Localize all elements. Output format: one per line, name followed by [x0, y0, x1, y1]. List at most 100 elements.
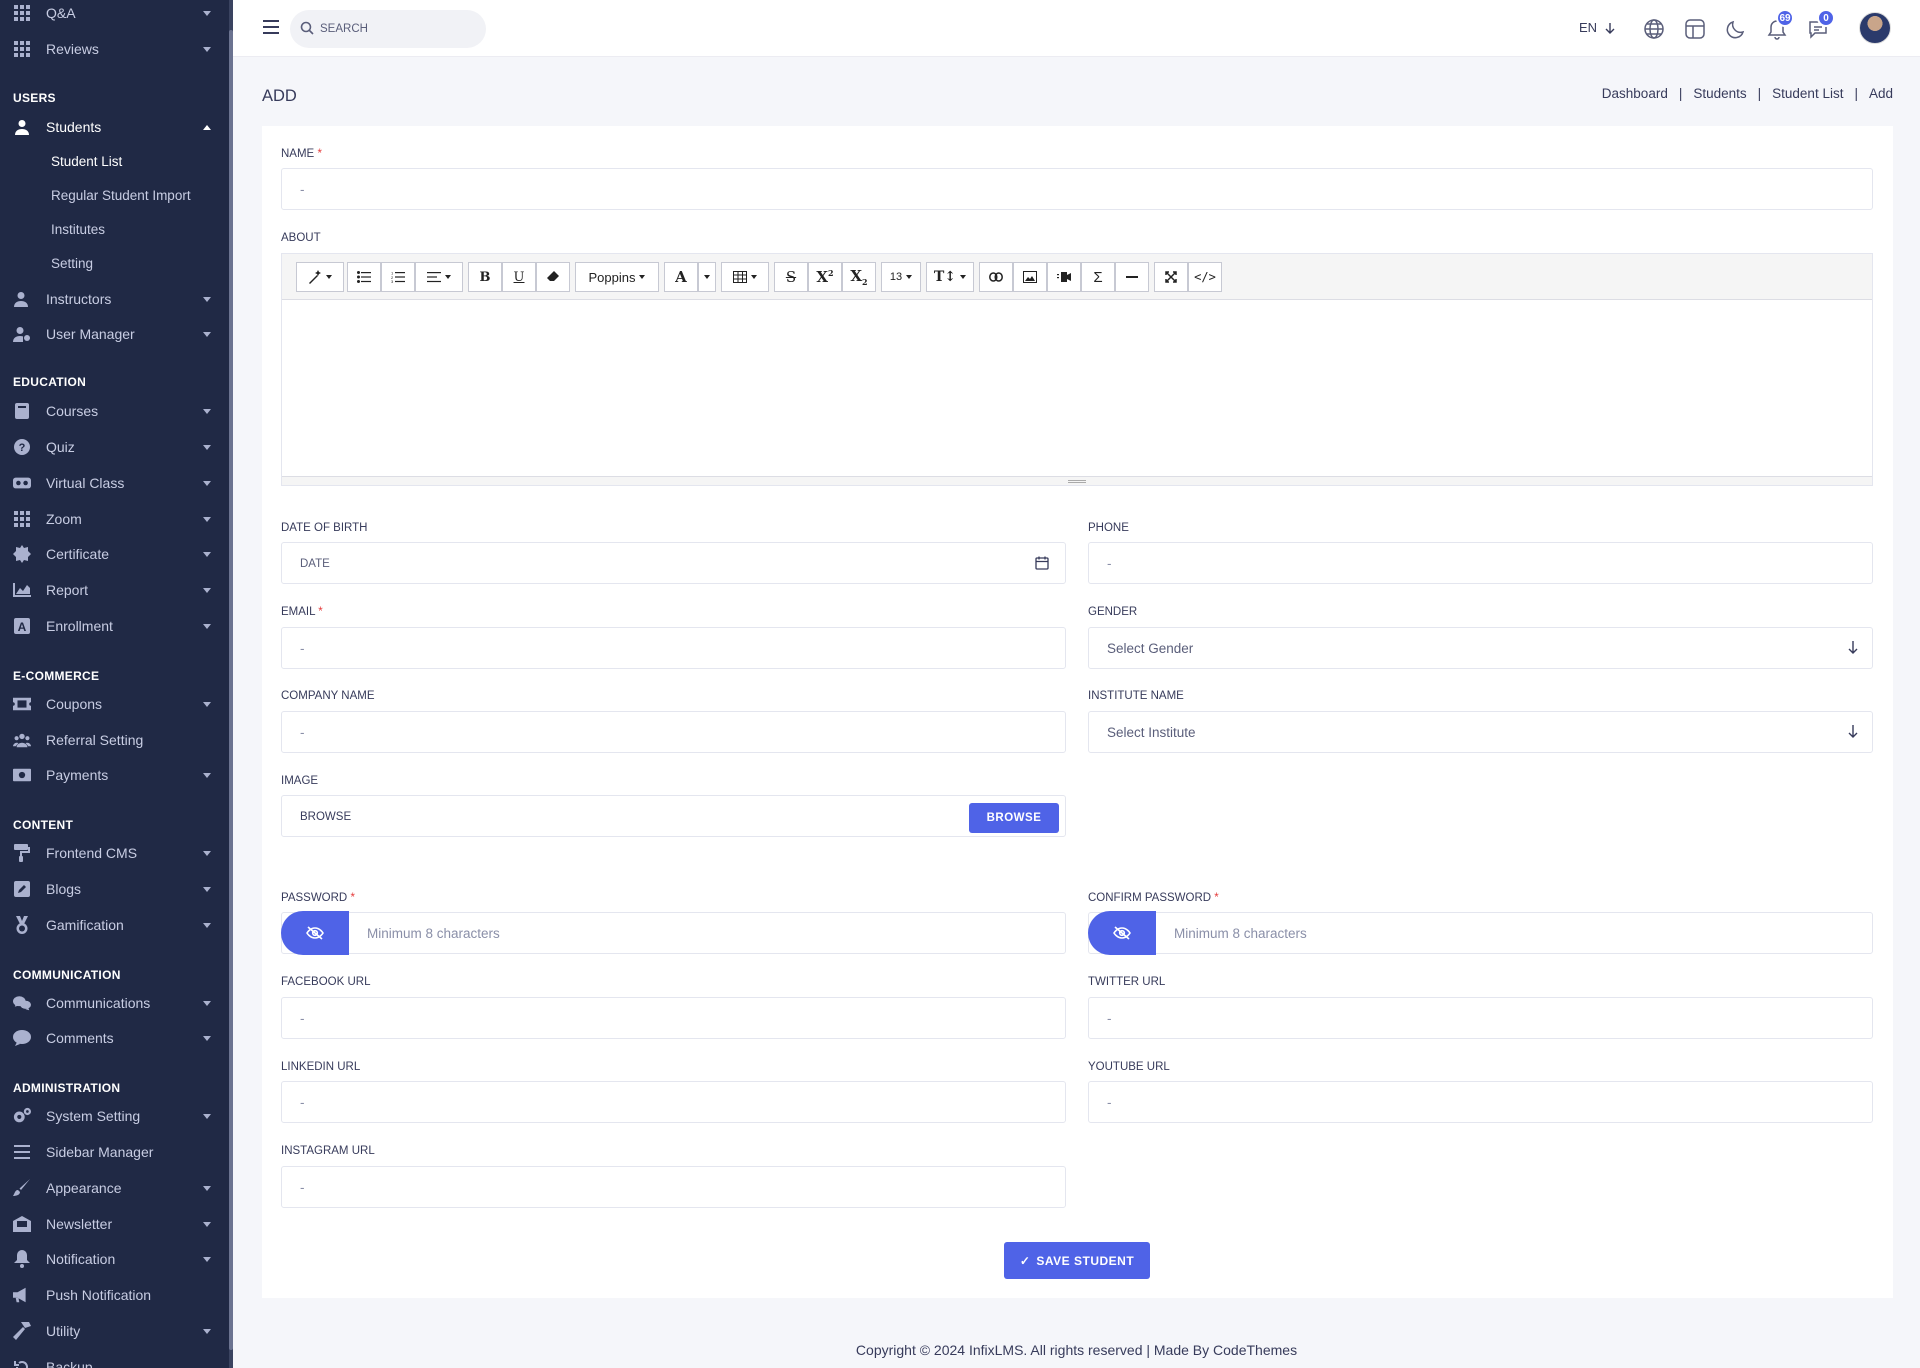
comments-icon	[13, 994, 31, 1012]
sidebar-item-label: Report	[46, 582, 89, 598]
line-height-button[interactable]: T↕	[926, 262, 974, 292]
sidebar-item-appearance[interactable]: Appearance	[0, 1173, 229, 1203]
institute-select[interactable]: Select Institute	[1088, 711, 1873, 753]
font-family-select[interactable]: Poppins	[575, 262, 659, 292]
users-icon	[13, 731, 31, 749]
sidebar-sub-institutes[interactable]: Institutes	[51, 222, 105, 237]
sidebar-item-reviews[interactable]: Reviews	[0, 34, 229, 64]
sidebar-item-students[interactable]: Students	[0, 112, 229, 142]
subscript-button[interactable]: X2	[842, 262, 876, 292]
facebook-url-field[interactable]: -	[281, 997, 1066, 1039]
youtube-url-field[interactable]: -	[1088, 1081, 1873, 1123]
image-file-field[interactable]: BROWSE	[281, 795, 1066, 837]
browse-button[interactable]: BROWSE	[969, 803, 1059, 833]
toggle-password-visibility-button[interactable]	[281, 911, 349, 955]
sidebar-item-virtual-class[interactable]: Virtual Class	[0, 468, 229, 498]
paragraph-align-button[interactable]	[415, 262, 463, 292]
name-field[interactable]: -	[281, 168, 1873, 210]
email-field[interactable]: -	[281, 627, 1066, 669]
sidebar-item-label: Q&A	[46, 5, 76, 21]
superscript-button[interactable]: X2	[808, 262, 842, 292]
sidebar-item-push-notification[interactable]: Push Notification	[0, 1280, 229, 1310]
magic-style-button[interactable]	[296, 262, 344, 292]
font-color-dropdown[interactable]	[698, 262, 716, 292]
dark-mode-icon[interactable]	[1725, 18, 1747, 40]
math-button[interactable]: Σ	[1081, 262, 1115, 292]
video-button[interactable]	[1047, 262, 1081, 292]
sidebar-item-communications[interactable]: Communications	[0, 988, 229, 1018]
sidebar-item-gamification[interactable]: Gamification	[0, 910, 229, 940]
sidebar-item-referral-setting[interactable]: Referral Setting	[0, 725, 229, 755]
company-name-field[interactable]: -	[281, 711, 1066, 753]
sidebar-item-notification[interactable]: Notification	[0, 1244, 229, 1274]
twitter-url-field[interactable]: -	[1088, 997, 1873, 1039]
sidebar-item-backup[interactable]: Backup	[0, 1352, 229, 1368]
sidebar-item-label: Payments	[46, 767, 109, 783]
save-student-button[interactable]: ✓ SAVE STUDENT	[1004, 1242, 1150, 1279]
menu-toggle-icon[interactable]	[263, 20, 279, 34]
clear-format-button[interactable]	[536, 262, 570, 292]
breadcrumb-student-list[interactable]: Student List	[1772, 86, 1843, 101]
sidebar-item-blogs[interactable]: Blogs	[0, 874, 229, 904]
breadcrumb-students[interactable]: Students	[1693, 86, 1746, 101]
image-button[interactable]	[1013, 262, 1047, 292]
breadcrumb-add: Add	[1868, 86, 1893, 101]
horizontal-rule-button[interactable]	[1115, 262, 1149, 292]
editor-resize-handle[interactable]	[282, 476, 1872, 485]
sidebar-item-qa[interactable]: Q&A	[0, 0, 229, 28]
sidebar-item-quiz[interactable]: ? Quiz	[0, 432, 229, 462]
instagram-url-field[interactable]: -	[281, 1166, 1066, 1208]
sidebar-item-certificate[interactable]: Certificate	[0, 539, 229, 569]
font-size-select[interactable]: 13	[881, 262, 921, 292]
sidebar-item-courses[interactable]: Courses	[0, 396, 229, 426]
bold-button[interactable]: B	[468, 262, 502, 292]
breadcrumb-dashboard[interactable]: Dashboard	[1602, 86, 1668, 101]
date-of-birth-field[interactable]: DATE	[281, 542, 1066, 584]
sidebar-sub-regular-student-import[interactable]: Regular Student Import	[51, 188, 191, 203]
about-editor-area[interactable]	[282, 300, 1872, 476]
code-view-button[interactable]: </>	[1188, 262, 1222, 292]
search-input[interactable]: SEARCH	[290, 10, 486, 48]
sidebar-item-utility[interactable]: Utility	[0, 1316, 229, 1346]
avatar[interactable]	[1859, 12, 1891, 44]
chevron-up-icon	[203, 124, 211, 130]
section-heading-education: EDUCATION	[13, 375, 87, 389]
link-button[interactable]	[979, 262, 1013, 292]
confirm-password-field[interactable]: Minimum 8 characters	[1088, 912, 1873, 954]
sidebar-item-label: Utility	[46, 1323, 81, 1339]
sidebar-item-newsletter[interactable]: Newsletter	[0, 1209, 229, 1239]
strikethrough-button[interactable]: S	[774, 262, 808, 292]
unordered-list-button[interactable]	[347, 262, 381, 292]
fullscreen-button[interactable]	[1154, 262, 1188, 292]
language-selector[interactable]: EN	[1579, 20, 1615, 35]
sidebar-item-frontend-cms[interactable]: Frontend CMS	[0, 838, 229, 868]
calendar-icon[interactable]	[1035, 556, 1049, 570]
toggle-confirm-password-visibility-button[interactable]	[1088, 911, 1156, 955]
sidebar-item-enrollment[interactable]: A Enrollment	[0, 611, 229, 641]
globe-icon[interactable]	[1643, 18, 1665, 40]
user-icon	[13, 118, 31, 136]
table-button[interactable]	[721, 262, 769, 292]
sidebar-sub-setting[interactable]: Setting	[51, 256, 93, 271]
password-field[interactable]: Minimum 8 characters	[281, 912, 1066, 954]
font-color-button[interactable]: A	[664, 262, 698, 292]
sidebar-item-sidebar-manager[interactable]: Sidebar Manager	[0, 1137, 229, 1167]
sidebar-scrollbar-thumb[interactable]	[229, 30, 233, 1350]
sidebar-item-report[interactable]: Report	[0, 575, 229, 605]
gender-select[interactable]: Select Gender	[1088, 627, 1873, 669]
sidebar-item-user-manager[interactable]: User Manager	[0, 319, 229, 349]
sidebar-sub-student-list[interactable]: Student List	[51, 154, 122, 169]
phone-field[interactable]: -	[1088, 542, 1873, 584]
underline-button[interactable]: U	[502, 262, 536, 292]
linkedin-url-field[interactable]: -	[281, 1081, 1066, 1123]
sidebar-item-coupons[interactable]: Coupons	[0, 689, 229, 719]
sidebar-item-system-setting[interactable]: System Setting	[0, 1101, 229, 1131]
sidebar-item-instructors[interactable]: Instructors	[0, 284, 229, 314]
bell-icon	[13, 1250, 31, 1268]
ordered-list-button[interactable]: 123	[381, 262, 415, 292]
facebook-placeholder: -	[300, 1011, 305, 1026]
sidebar-item-payments[interactable]: Payments	[0, 760, 229, 790]
layout-icon[interactable]	[1684, 18, 1706, 40]
sidebar-item-zoom[interactable]: Zoom	[0, 504, 229, 534]
sidebar-item-comments[interactable]: Comments	[0, 1023, 229, 1053]
